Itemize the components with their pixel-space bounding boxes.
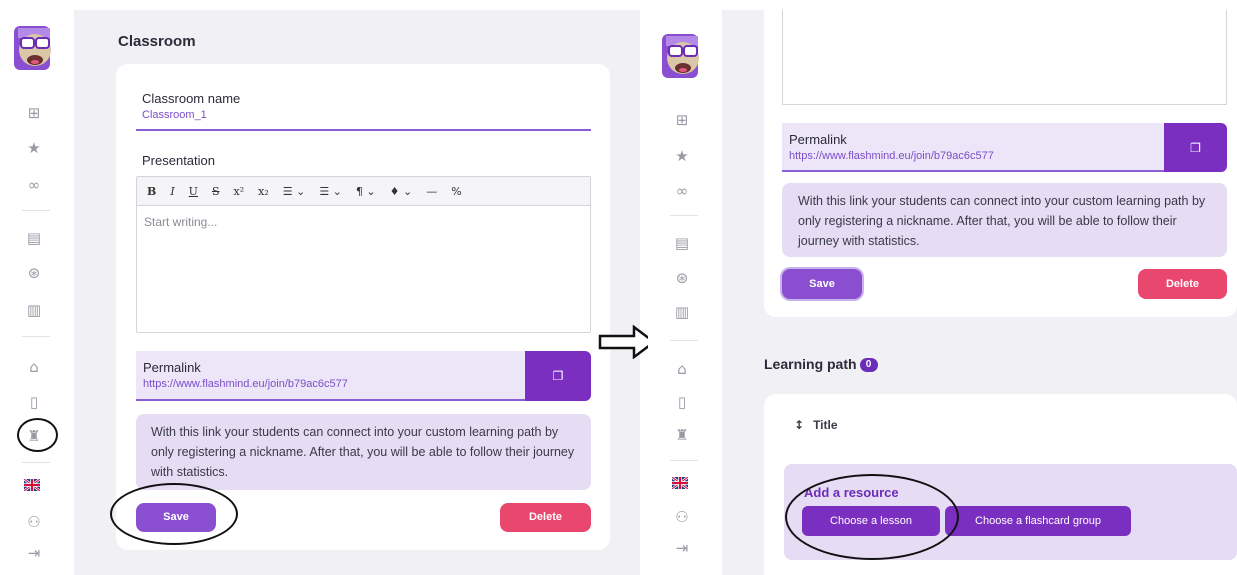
classroom-name-input[interactable]: Classroom_1 [142,109,207,121]
binoculars-icon[interactable]: ∞ [24,175,44,195]
binoculars-icon[interactable]: ∞ [672,181,692,201]
horizontal-rule-button[interactable]: — [426,185,437,198]
add-resource-box: Add a resource Choose a lesson Choose a … [784,464,1237,560]
permalink-label: Permalink [143,360,201,375]
link-button[interactable]: % [451,185,461,198]
learning-path-title: Learning path [764,356,857,372]
permalink-url: https://www.flashmind.eu/join/b79ac6c577 [143,378,348,390]
left-main-panel: Classroom Classroom name Classroom_1 Pre… [74,10,640,575]
book-icon[interactable]: ▥ [24,300,44,320]
permalink-label: Permalink [789,132,847,147]
superscript-button[interactable]: x² [234,185,245,198]
editor-toolbar: B I U S x² x₂ ☰ ⌄ ☰ ⌄ ¶ ⌄ ♦ ⌄ — % [137,177,590,206]
sidebar-divider [670,460,698,461]
classroom-card: Classroom name Classroom_1 Presentation … [116,64,610,550]
bullet-list-button[interactable]: ☰ ⌄ [283,185,306,198]
document-icon[interactable]: ▤ [672,233,692,253]
title-column-header[interactable]: ↕ Title [794,418,838,432]
graduation-cap-icon[interactable]: ⌂ [24,357,44,377]
exit-door-icon[interactable]: ▯ [672,392,692,412]
classroom-name-underline [136,129,591,131]
mascot-logo-icon[interactable] [656,30,708,84]
delete-button[interactable]: Delete [500,503,591,532]
presentation-editor[interactable] [782,10,1227,105]
copy-icon: ❐ [1190,140,1201,155]
subscript-button[interactable]: x₂ [258,185,269,198]
school-icon[interactable]: ♜ [24,426,44,446]
underline-button[interactable]: U [189,185,198,198]
permalink-field[interactable]: Permalink https://www.flashmind.eu/join/… [136,351,526,401]
strikethrough-button[interactable]: S [212,185,220,198]
star-icon[interactable]: ★ [672,146,692,166]
sidebar-divider [670,340,698,341]
numbered-list-button[interactable]: ☰ ⌄ [319,185,342,198]
learning-path-count-badge: 0 [859,358,878,373]
bold-button[interactable]: B [147,185,156,198]
dashboard-icon[interactable]: ⊞ [24,103,44,123]
sidebar-divider [22,210,50,211]
exit-door-icon[interactable]: ▯ [24,392,44,412]
sort-icon: ↕ [794,418,805,432]
learning-path-heading: Learning path 0 [764,356,878,373]
presentation-label: Presentation [142,153,215,168]
logout-icon[interactable]: ⇥ [24,543,44,563]
uk-flag-icon[interactable] [24,479,40,491]
delete-button[interactable]: Delete [1138,269,1227,299]
graduation-cap-icon[interactable]: ⌂ [672,359,692,379]
globe-icon[interactable]: ⊛ [672,268,692,288]
page-title: Classroom [118,33,196,50]
learning-path-card: ↕ Title Add a resource Choose a lesson Ch… [764,394,1237,575]
choose-flashcard-group-button[interactable]: Choose a flashcard group [945,506,1131,536]
logout-icon[interactable]: ⇥ [672,538,692,558]
document-icon[interactable]: ▤ [24,228,44,248]
school-icon[interactable]: ♜ [672,425,692,445]
sidebar-divider [670,215,698,216]
right-sidebar: ⊞ ★ ∞ ▤ ⊛ ▥ ⌂ ▯ ♜ ⚇ ⇥ [648,0,722,575]
editor-placeholder: Start writing... [144,215,218,229]
add-resource-label: Add a resource [804,485,899,500]
presentation-editor[interactable]: B I U S x² x₂ ☰ ⌄ ☰ ⌄ ¶ ⌄ ♦ ⌄ — % Start … [136,176,591,333]
star-icon[interactable]: ★ [24,138,44,158]
permalink-info: With this link your students can connect… [136,414,591,490]
screenshot-root: ⊞ ★ ∞ ▤ ⊛ ▥ ⌂ ▯ ♜ ⚇ ⇥ Classroom Classroo… [0,0,1237,575]
copy-icon: ❐ [552,369,564,383]
left-sidebar: ⊞ ★ ∞ ▤ ⊛ ▥ ⌂ ▯ ♜ ⚇ ⇥ [0,0,74,575]
right-main-panel: Permalink https://www.flashmind.eu/join/… [722,10,1237,575]
paragraph-button[interactable]: ¶ ⌄ [356,185,376,198]
classroom-name-label: Classroom name [142,91,241,106]
copy-link-button[interactable]: ❐ [525,351,591,401]
title-column-label: Title [813,418,838,432]
permalink-info: With this link your students can connect… [782,183,1227,257]
sidebar-divider [22,462,50,463]
color-button[interactable]: ♦ ⌄ [390,185,413,198]
save-button[interactable]: Save [136,503,216,532]
globe-icon[interactable]: ⊛ [24,263,44,283]
user-settings-icon[interactable]: ⚇ [672,507,692,527]
sidebar-divider [22,336,50,337]
permalink-url: https://www.flashmind.eu/join/b79ac6c577 [789,150,994,162]
uk-flag-icon[interactable] [672,477,688,489]
mascot-logo-icon[interactable] [8,22,60,76]
book-icon[interactable]: ▥ [672,302,692,322]
italic-button[interactable]: I [170,185,174,198]
permalink-field[interactable]: Permalink https://www.flashmind.eu/join/… [782,123,1165,172]
dashboard-icon[interactable]: ⊞ [672,110,692,130]
choose-lesson-button[interactable]: Choose a lesson [802,506,940,536]
classroom-card-scrolled: Permalink https://www.flashmind.eu/join/… [764,10,1237,317]
user-settings-icon[interactable]: ⚇ [24,512,44,532]
save-button[interactable]: Save [782,269,862,299]
copy-link-button[interactable]: ❐ [1164,123,1227,172]
